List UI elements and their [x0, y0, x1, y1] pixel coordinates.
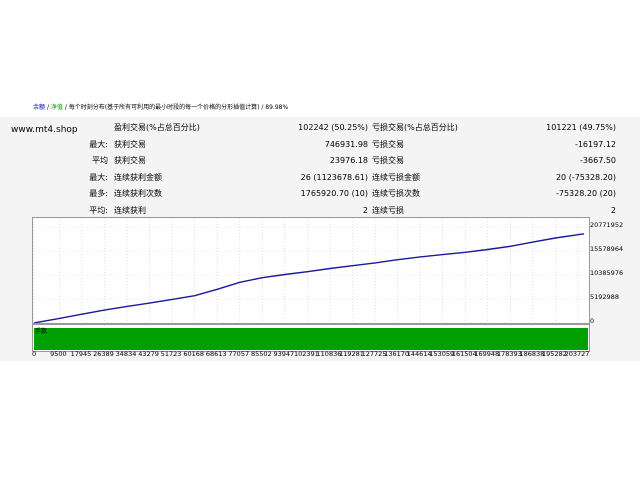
stats-prefix: 平均: [92, 156, 108, 165]
x-tick-label: 127725: [361, 350, 387, 358]
stats-value: 101221 (49.75%): [546, 123, 616, 132]
stats-value: -16197.12: [574, 140, 616, 149]
stats-label: 连续获利次数: [114, 189, 162, 198]
chart-legend: 余额 / 净值 / 每个时刻分布(基于所有可利用的最小时段的每一个价格的分形插值…: [33, 104, 289, 111]
stats-value: -3667.50: [580, 156, 616, 165]
x-tick-label: 9500: [50, 350, 67, 358]
stats-row: 最大: 获利交易 746931.98 亏损交易 -16197.12: [0, 137, 640, 153]
stats-value: -75328.20 (20): [555, 189, 616, 198]
stats-label: 获利交易: [114, 140, 146, 149]
x-tick-label: 119281: [339, 350, 364, 358]
stats-value: 746931.98: [324, 140, 368, 149]
x-tick-label: 186838: [519, 350, 545, 358]
x-tick-label: 136170: [384, 350, 410, 358]
stats-row: 盈利交易(%占总百分比) 102242 (50.25%) 亏损交易(%占总百分比) 1…: [0, 120, 640, 136]
x-tick-label: 85502: [250, 350, 272, 358]
x-tick-label: 43279: [138, 350, 159, 358]
x-tick-label: 153059: [429, 350, 455, 358]
x-tick-label: 203727: [564, 350, 590, 358]
stats-label: 连续获利金额: [114, 173, 162, 182]
legend-balance: 余额: [33, 104, 46, 111]
legend-quality: 89.98%: [265, 104, 289, 111]
x-tick-label: 26389: [93, 350, 114, 358]
stats-row: 最大: 连续获利金额 26 (1123678.61) 连续亏损金额 20 (-75328…: [0, 170, 640, 186]
x-tick-label: 102391: [293, 350, 319, 358]
x-tick-label: 161504: [451, 350, 477, 358]
volume-panel: 手数: [32, 324, 590, 352]
x-tick-label: 34834: [115, 350, 137, 358]
x-tick-label: 60168: [183, 350, 204, 358]
x-tick-label: 178393: [496, 350, 522, 358]
stats-value: 102242 (50.25%): [298, 123, 368, 132]
x-tick-label: 0: [32, 350, 37, 358]
stats-value: 20 (-75328.20): [555, 173, 616, 182]
x-tick-label: 110836: [316, 350, 342, 358]
y-tick-label: 15578964: [590, 245, 624, 253]
balance-chart: [32, 217, 590, 324]
x-axis: 0 9500 17945 26389 34834 43279 51723 60168 68613…: [30, 350, 590, 360]
legend-equity: 净值: [50, 104, 63, 111]
x-tick-label: 77057: [228, 350, 250, 358]
legend-description: 每个时刻分布(基于所有可利用的最小时段的每一个价格的分形插值计算): [68, 104, 260, 111]
stats-value: 26 (1123678.61): [300, 173, 368, 182]
stats-value: 1765920.70 (10): [300, 189, 368, 198]
volume-bar: [34, 328, 588, 350]
y-tick-label: 10385976: [590, 269, 624, 277]
stats-label: 盈利交易(%占总百分比): [114, 123, 200, 132]
volume-label: 手数: [35, 328, 48, 335]
y-tick-label: 5192988: [590, 293, 619, 301]
stats-prefix: 最大:: [89, 140, 108, 149]
x-tick-label: 68613: [205, 350, 227, 358]
balance-chart-svg: [33, 218, 589, 323]
x-tick-label: 169948: [474, 350, 500, 358]
stats-prefix: 最大:: [89, 173, 108, 182]
x-tick-label: 144614: [406, 350, 432, 358]
stats-row: 最多: 连续获利次数 1765920.70 (10) 连续亏损次数 -75328.20 …: [0, 186, 640, 202]
x-tick-label: 93947: [273, 350, 295, 358]
stats-row: 平均 获利交易 23976.18 亏损交易 -3667.50: [0, 153, 640, 169]
stats-value: 23976.18: [329, 156, 368, 165]
x-tick-label: 195282: [542, 350, 567, 358]
balance-line: [33, 233, 585, 323]
x-tick-label: 17945: [70, 350, 92, 358]
y-tick-label: 20771952: [590, 221, 624, 229]
y-tick-label: 0: [590, 317, 595, 325]
stats-prefix: 最多:: [89, 189, 108, 198]
stats-label: 获利交易: [114, 156, 146, 165]
x-tick-label: 51723: [160, 350, 182, 358]
